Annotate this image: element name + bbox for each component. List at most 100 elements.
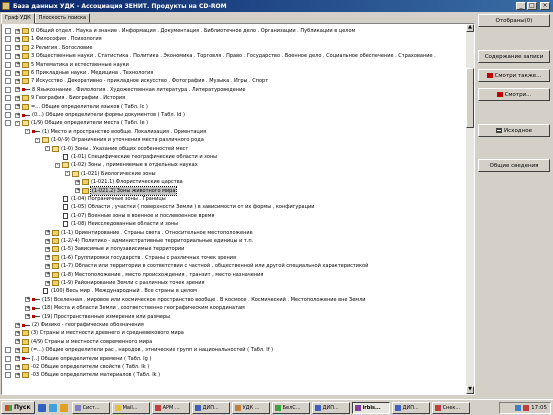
expand-icon[interactable]: +: [15, 70, 20, 76]
tree-node[interactable]: - (1-0) Зоны . Указание общих особенносте…: [43, 145, 188, 153]
tree-node[interactable]: + (=...) Общие определители рас , народов…: [5, 346, 273, 354]
tree-node-label[interactable]: 8 Языкознание . Филология . Художественн…: [32, 86, 245, 94]
scroll-thumb[interactable]: [466, 68, 474, 128]
tree-node[interactable]: + (0...) Общие определители формы докумен…: [5, 111, 185, 119]
tree-node[interactable]: + (1-021.2) Зоны животного мира: [73, 185, 178, 196]
tree-node-label[interactable]: (1-9) Районирование Земли с различных то…: [61, 279, 205, 287]
tree-node[interactable]: + (1-021.1) Флористические царства: [73, 178, 183, 186]
expand-icon[interactable]: +: [45, 263, 50, 269]
tree-node[interactable]: (1-07) Военные зоны в военное и послевое…: [53, 212, 214, 220]
taskbar-task[interactable]: Снек...: [431, 401, 470, 414]
tree-node[interactable]: +9 География . Биографии . История: [5, 94, 125, 102]
expand-icon[interactable]: +: [15, 87, 20, 93]
expand-icon[interactable]: +: [15, 322, 20, 328]
tree-node[interactable]: + (18) Места и области Земли , соответств…: [23, 304, 245, 312]
expand-icon[interactable]: +: [15, 53, 20, 59]
tree-node-label[interactable]: (1-05) Области , участки ( поверхности З…: [71, 203, 315, 211]
tree-node-label[interactable]: [..] Общие определители времени ( Табл. …: [32, 355, 151, 363]
tree-node-label[interactable]: (1-6) Группировки государств . Страны с …: [61, 254, 236, 262]
tree-node-checkbox[interactable]: [5, 86, 11, 93]
tree-node[interactable]: + -03 Общие определители материалов ( Таб…: [5, 371, 160, 379]
tree-node-label[interactable]: (1-7) Области или территории в соответст…: [61, 262, 368, 270]
taskbar-task[interactable]: БелС...: [271, 401, 310, 414]
side-button[interactable]: Исходное: [478, 124, 550, 137]
tree-node-label[interactable]: (1/9) Общие определители места ( Табл. I…: [31, 119, 148, 127]
tree-node[interactable]: +8 Языкознание . Филология . Художествен…: [5, 86, 245, 94]
tree-node-checkbox[interactable]: [5, 112, 11, 118]
quicklaunch-outlook-icon[interactable]: [59, 403, 68, 412]
expand-icon[interactable]: +: [15, 62, 20, 68]
expand-icon[interactable]: +: [15, 356, 20, 362]
expand-icon[interactable]: +: [15, 347, 20, 353]
tree-node[interactable]: + (3) Страны и местности древнего и средн…: [13, 329, 184, 337]
tree-node[interactable]: + (1-1) Ориентирование . Страны света . О…: [43, 229, 253, 237]
taskbar-task[interactable]: Mail...: [111, 401, 150, 414]
tree-node-label[interactable]: (19) Пространственные измерения или разм…: [42, 313, 170, 321]
taskbar-task[interactable]: Сист...: [71, 401, 110, 414]
expand-icon[interactable]: +: [75, 179, 80, 185]
tree-node-label[interactable]: (1-5) Зависимые и полузависимые территор…: [61, 245, 184, 253]
tray-language-icon[interactable]: [523, 405, 530, 411]
tree-node-label[interactable]: (1-8) Местоположение , место происхожден…: [61, 271, 263, 279]
tree-node-label[interactable]: =... Общие определители языков ( Табл. I…: [31, 103, 148, 111]
tree-node[interactable]: - (1) Место и пространство вообще. Локали…: [23, 128, 206, 136]
tree-node[interactable]: (100) Весь мир . Международный . Все стр…: [33, 287, 197, 295]
expand-icon[interactable]: +: [15, 28, 20, 34]
expand-icon[interactable]: +: [15, 372, 20, 378]
taskbar-task[interactable]: ДИП...: [311, 401, 350, 414]
tree-node-label[interactable]: (2) Физико - географические обозначения: [32, 321, 144, 329]
expand-icon[interactable]: +: [15, 364, 20, 370]
tree-node-label[interactable]: 3 Общественные науки . Статистика . Поли…: [31, 52, 436, 60]
tree-node-label[interactable]: 9 География . Биографии . История: [31, 94, 125, 102]
collapse-icon[interactable]: -: [15, 120, 20, 126]
tree-node-checkbox[interactable]: [5, 347, 11, 354]
tree-node-label[interactable]: (1-0) Зоны . Указание общих особенностей…: [61, 145, 188, 153]
expand-icon[interactable]: +: [45, 238, 50, 244]
tree-node-checkbox[interactable]: [5, 53, 11, 60]
tree-node[interactable]: +0 Общий отдел . Наука и знание . Информ…: [5, 27, 355, 35]
scroll-down-button[interactable]: ▼: [466, 386, 474, 394]
tree-node-label[interactable]: (1-04) Пограничные зоны . Границы: [71, 195, 166, 203]
tree-node-checkbox[interactable]: [5, 364, 11, 370]
expand-icon[interactable]: +: [15, 112, 20, 118]
tree-node[interactable]: +2 Религия . Богословие: [5, 44, 92, 52]
maximize-button[interactable]: □: [527, 2, 537, 10]
tree-node-checkbox[interactable]: [5, 44, 11, 51]
tree-node-checkbox[interactable]: [5, 28, 11, 34]
tree-node[interactable]: + (1-9) Районирование Земли с различных т…: [43, 279, 205, 287]
tree-node[interactable]: - (1-02) Зоны , применяемые в отдельных н…: [53, 161, 198, 169]
tree-node[interactable]: + (1-5) Зависимые и полузависимые террито…: [43, 245, 184, 253]
tree-node[interactable]: + (1-7) Области или территории в соответс…: [43, 262, 368, 270]
tree-node-label[interactable]: (1-1) Ориентирование . Страны света . От…: [61, 229, 253, 237]
expand-icon[interactable]: +: [25, 305, 30, 311]
tree-node-checkbox[interactable]: [5, 372, 11, 379]
tree-node[interactable]: (1-05) Области , участки ( поверхности З…: [53, 203, 315, 211]
tree-node-label[interactable]: (1-021.2) Зоны животного мира: [89, 185, 178, 196]
tree-node[interactable]: (1-01) Специфические географические обла…: [53, 153, 217, 161]
quicklaunch-ie-icon[interactable]: [37, 403, 46, 412]
tree-node-label[interactable]: (18) Места и области Земли , соответстве…: [42, 304, 245, 312]
tree-node-label[interactable]: (1-01) Специфические географические обла…: [71, 153, 217, 161]
collapse-icon[interactable]: -: [45, 146, 50, 152]
tree-node-label[interactable]: 7 Искусство . Декоративно - прикладное и…: [31, 77, 268, 85]
tree-node-label[interactable]: (1-07) Военные зоны в военное и послевое…: [71, 212, 214, 220]
tree-node-label[interactable]: (100) Весь мир . Международный . Все стр…: [51, 287, 197, 295]
tree-node-label[interactable]: (3) Страны и местности древнего и средне…: [31, 329, 184, 337]
side-button[interactable]: Общие сведения: [478, 159, 550, 172]
minimize-button[interactable]: _: [516, 2, 526, 10]
taskbar-task[interactable]: ДИП...: [391, 401, 430, 414]
expand-icon[interactable]: +: [45, 255, 50, 261]
tree-node-label[interactable]: (1-021.1) Флористические царства: [91, 178, 183, 186]
udc-tree-view[interactable]: +0 Общий отдел . Наука и знание . Информ…: [1, 23, 475, 395]
tree-node[interactable]: +5 Математика и естественные науки: [5, 61, 129, 69]
tree-node-checkbox[interactable]: [5, 70, 11, 76]
tree-node[interactable]: +1 Философия . Психология: [5, 35, 102, 43]
tree-node-label[interactable]: (=...) Общие определители рас , народов …: [31, 346, 273, 354]
tree-node[interactable]: - (1-0/-9) Ограничения и уточнения места …: [33, 136, 204, 144]
tree-node-label[interactable]: (1) Место и пространство вообще. Локализ…: [42, 128, 206, 136]
tree-node[interactable]: + (1-6) Группировки государств . Страны с…: [43, 254, 236, 262]
tree-node[interactable]: +6 Прикладные науки . Медицина . Техноло…: [5, 69, 153, 77]
tree-node[interactable]: - (1-021) Биологические зоны: [63, 170, 156, 178]
tree-node-label[interactable]: 2 Религия . Богословие: [31, 44, 92, 52]
expand-icon[interactable]: +: [15, 78, 20, 84]
